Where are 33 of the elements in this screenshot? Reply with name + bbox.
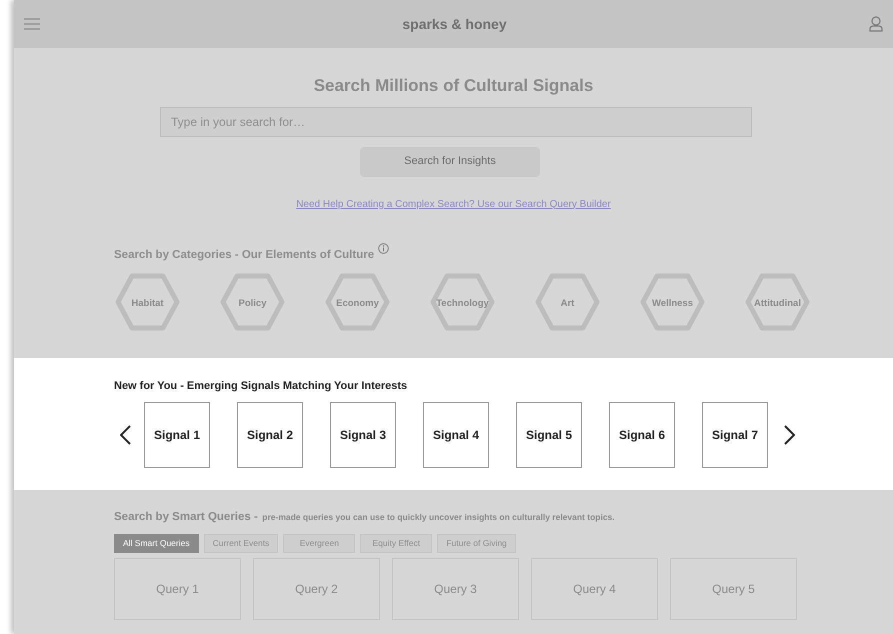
filter-tab[interactable]: Future of Giving [437,534,516,553]
query-card[interactable]: Query 4 [531,558,658,620]
menu-icon[interactable] [24,18,40,30]
query-card[interactable]: Query 3 [392,558,519,620]
signal-card[interactable]: Signal 4 [423,402,489,468]
smart-queries-description: pre-made queries you can use to quickly uncover insights on culturally relevant topics. [262,512,615,522]
category-hexagon[interactable]: Habitat [114,272,181,332]
search-heading: Search Millions of Cultural Signals [312,75,594,97]
signal-card[interactable]: Signal 3 [330,402,396,468]
category-hexagon[interactable]: Wellness [639,272,706,332]
category-hexagon[interactable]: Economy [324,272,391,332]
category-hexagon[interactable]: Art [534,272,601,332]
signal-card[interactable]: Signal 6 [609,402,675,468]
query-card[interactable]: Query 2 [253,558,380,620]
signal-card[interactable]: Signal 1 [144,402,210,468]
info-icon[interactable] [378,242,390,254]
filter-tab[interactable]: Equity Effect [360,534,432,553]
query-card[interactable]: Query 1 [114,558,241,620]
signal-card[interactable]: Signal 2 [237,402,303,468]
filter-tab[interactable]: Evergreen [283,534,356,553]
smart-queries-heading: Search by Smart Queries - [114,510,258,523]
filter-tab[interactable]: Current Events [204,534,278,553]
signals-heading: New for You - Emerging Signals Matching Your Interests [114,378,408,394]
user-icon[interactable] [868,16,883,32]
query-card[interactable]: Query 5 [670,558,797,620]
categories-heading: Search by Categories - Our Elements of Culture [114,248,374,262]
signal-card[interactable]: Signal 5 [516,402,582,468]
filter-tab[interactable]: All Smart Queries [114,534,199,553]
app-title: sparks & honey [402,14,507,34]
category-hexagon[interactable]: Attitudinal [744,272,811,332]
signal-card[interactable]: Signal 7 [702,402,768,468]
category-hexagon[interactable]: Technology [429,272,496,332]
category-hexagon[interactable]: Policy [219,272,286,332]
